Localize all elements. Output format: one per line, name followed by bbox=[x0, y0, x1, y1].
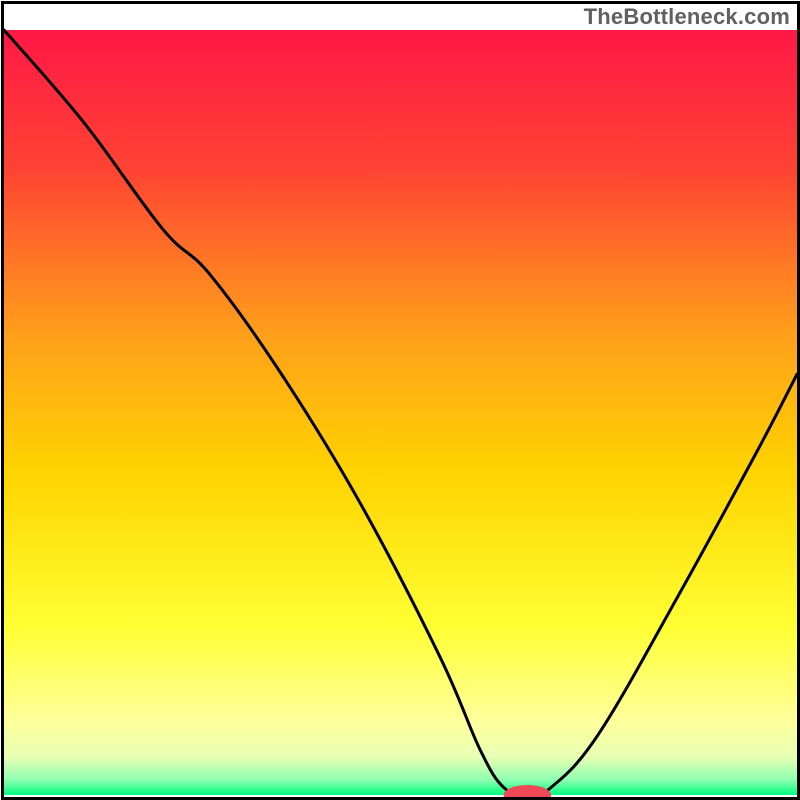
chart-container: { "watermark": "TheBottleneck.com", "cha… bbox=[0, 0, 800, 800]
watermark-text: TheBottleneck.com bbox=[584, 4, 790, 30]
plot-background bbox=[4, 30, 797, 795]
bottleneck-chart bbox=[0, 0, 800, 800]
